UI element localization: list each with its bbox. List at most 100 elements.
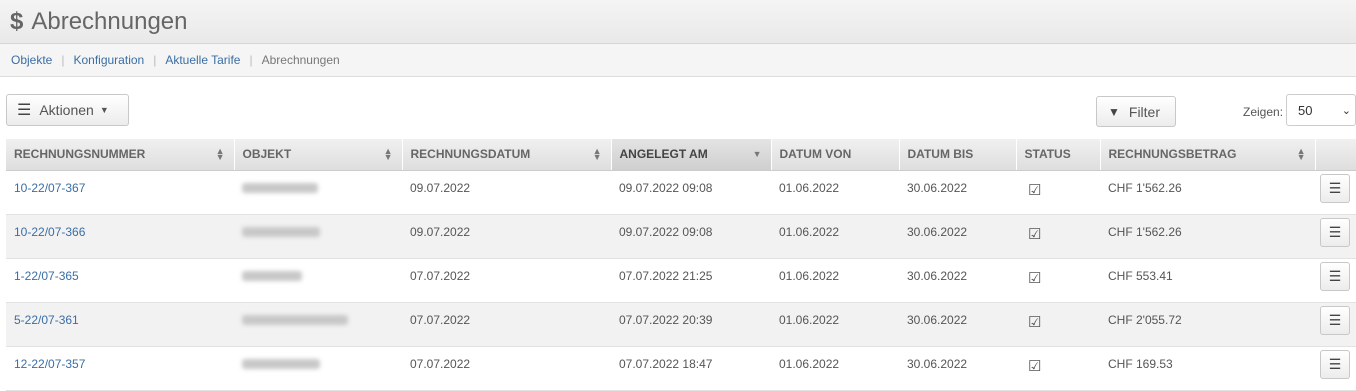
column-label: RECHNUNGSDATUM <box>410 147 531 162</box>
invoice-number-cell[interactable]: 12-22/07-357 <box>6 346 234 391</box>
table-row: 10-22/07-366 09.07.2022 09.07.2022 09:08… <box>6 214 1356 259</box>
breadcrumb-aktuelle-tarife[interactable]: Aktuelle Tarife <box>165 53 240 67</box>
actions-label: Aktionen <box>39 102 94 118</box>
checkbox-checked-icon: ☑ <box>1028 225 1042 243</box>
row-actions-cell: ☰ <box>1315 214 1356 259</box>
column-label: STATUS <box>1024 147 1071 162</box>
page-header: $ Abrechnungen <box>0 0 1356 44</box>
date-from-cell: 01.06.2022 <box>771 346 899 391</box>
dollar-icon: $ <box>10 7 24 35</box>
row-menu-button[interactable]: ☰ <box>1320 305 1350 335</box>
invoice-date-cell: 07.07.2022 <box>402 258 611 303</box>
column-label: DATUM VON <box>779 147 852 162</box>
filter-label: Filter <box>1128 103 1161 120</box>
sort-icon: ▲ ▼ <box>215 146 225 162</box>
object-cell <box>234 170 402 215</box>
invoice-date-cell: 07.07.2022 <box>402 346 611 391</box>
redacted-object <box>242 358 320 369</box>
sort-desc-icon: ▼ <box>752 149 762 159</box>
invoice-table: RECHNUNGSNUMMER ▲ ▼ OBJEKT ▲ ▼ RECHNUNGSDATU… <box>6 139 1356 391</box>
invoice-date-cell: 07.07.2022 <box>402 302 611 347</box>
date-from-cell: 01.06.2022 <box>771 214 899 259</box>
breadcrumb-separator: | <box>61 53 65 67</box>
row-menu-button[interactable]: ☰ <box>1320 173 1350 203</box>
created-cell: 07.07.2022 20:39 <box>611 302 771 347</box>
redacted-object <box>242 270 302 281</box>
object-cell <box>234 302 402 347</box>
table-header-row: RECHNUNGSNUMMER ▲ ▼ OBJEKT ▲ ▼ RECHNUNGSDATU… <box>6 139 1356 171</box>
amount-cell: CHF 169.53 <box>1100 346 1315 391</box>
invoice-link[interactable]: 5-22/07-361 <box>14 313 79 327</box>
amount-cell: CHF 1'562.26 <box>1100 170 1315 215</box>
column-header-rechnungsbetrag[interactable]: RECHNUNGSBETRAG ▲ ▼ <box>1100 139 1316 171</box>
checkbox-checked-icon: ☑ <box>1028 313 1042 331</box>
invoice-number-cell[interactable]: 5-22/07-361 <box>6 302 234 347</box>
row-actions-cell: ☰ <box>1315 258 1356 303</box>
invoice-link[interactable]: 10-22/07-367 <box>14 181 85 195</box>
object-cell <box>234 346 402 391</box>
status-cell: ☑ <box>1016 170 1100 215</box>
column-label: ANGELEGT AM <box>619 147 708 162</box>
redacted-object <box>242 314 348 325</box>
breadcrumb-konfiguration[interactable]: Konfiguration <box>73 53 144 67</box>
page-size-select[interactable]: 50 ⌄ <box>1286 94 1356 126</box>
column-header-datum-von[interactable]: DATUM VON <box>771 139 900 171</box>
column-header-rechnungsdatum[interactable]: RECHNUNGSDATUM ▲ ▼ <box>402 139 612 171</box>
toolbar: ☰ Aktionen ▼ ▼ Filter Zeigen: 50 ⌄ <box>0 77 1356 139</box>
column-header-rechnungsnummer[interactable]: RECHNUNGSNUMMER ▲ ▼ <box>6 139 235 171</box>
column-header-datum-bis[interactable]: DATUM BIS <box>899 139 1017 171</box>
page-size-value: 50 <box>1298 102 1313 118</box>
column-label: RECHNUNGSBETRAG <box>1108 147 1237 162</box>
row-menu-button[interactable]: ☰ <box>1320 261 1350 291</box>
column-label: DATUM BIS <box>907 147 974 162</box>
table-row: 5-22/07-361 07.07.2022 07.07.2022 20:39 … <box>6 302 1356 347</box>
date-from-cell: 01.06.2022 <box>771 170 899 215</box>
status-cell: ☑ <box>1016 258 1100 303</box>
object-cell <box>234 258 402 303</box>
created-cell: 07.07.2022 21:25 <box>611 258 771 303</box>
table-row: 12-22/07-357 07.07.2022 07.07.2022 18:47… <box>6 346 1356 391</box>
sort-icon: ▲ ▼ <box>1296 146 1306 162</box>
invoice-link[interactable]: 10-22/07-366 <box>14 225 85 239</box>
invoice-number-cell[interactable]: 10-22/07-366 <box>6 214 234 259</box>
date-to-cell: 30.06.2022 <box>899 214 1016 259</box>
row-menu-button[interactable]: ☰ <box>1320 217 1350 247</box>
breadcrumb-current: Abrechnungen <box>261 53 340 67</box>
column-header-angelegt-am[interactable]: ANGELEGT AM ▼ <box>611 139 772 171</box>
redacted-object <box>242 182 318 193</box>
column-header-objekt[interactable]: OBJEKT ▲ ▼ <box>234 139 403 171</box>
sort-icon: ▲ ▼ <box>592 146 602 162</box>
filter-icon: ▼ <box>1108 104 1120 119</box>
breadcrumb-objekte[interactable]: Objekte <box>11 53 52 67</box>
object-cell <box>234 214 402 259</box>
checkbox-checked-icon: ☑ <box>1028 269 1042 287</box>
row-menu-button[interactable]: ☰ <box>1320 349 1350 379</box>
filter-button[interactable]: ▼ Filter <box>1096 96 1176 127</box>
checkbox-checked-icon: ☑ <box>1028 181 1042 199</box>
amount-cell: CHF 1'562.26 <box>1100 214 1315 259</box>
created-cell: 07.07.2022 18:47 <box>611 346 771 391</box>
row-actions-cell: ☰ <box>1315 346 1356 391</box>
page-size-label: Zeigen: <box>1243 105 1284 119</box>
invoice-link[interactable]: 1-22/07-365 <box>14 269 79 283</box>
date-to-cell: 30.06.2022 <box>899 170 1016 215</box>
row-actions-cell: ☰ <box>1315 170 1356 215</box>
breadcrumb-separator: | <box>153 53 157 67</box>
page-title: Abrechnungen <box>31 7 188 35</box>
status-cell: ☑ <box>1016 214 1100 259</box>
breadcrumb: Objekte | Konfiguration | Aktuelle Tarif… <box>0 44 1356 77</box>
actions-button[interactable]: ☰ Aktionen ▼ <box>6 94 129 126</box>
column-label: RECHNUNGSNUMMER <box>14 147 146 162</box>
status-cell: ☑ <box>1016 346 1100 391</box>
date-from-cell: 01.06.2022 <box>771 258 899 303</box>
invoice-date-cell: 09.07.2022 <box>402 214 611 259</box>
date-to-cell: 30.06.2022 <box>899 258 1016 303</box>
column-header-status[interactable]: STATUS <box>1016 139 1101 171</box>
redacted-object <box>242 226 320 237</box>
invoice-link[interactable]: 12-22/07-357 <box>14 357 85 371</box>
created-cell: 09.07.2022 09:08 <box>611 214 771 259</box>
row-actions-cell: ☰ <box>1315 302 1356 347</box>
caret-down-icon: ▼ <box>99 105 109 115</box>
invoice-number-cell[interactable]: 1-22/07-365 <box>6 258 234 303</box>
invoice-number-cell[interactable]: 10-22/07-367 <box>6 170 234 215</box>
